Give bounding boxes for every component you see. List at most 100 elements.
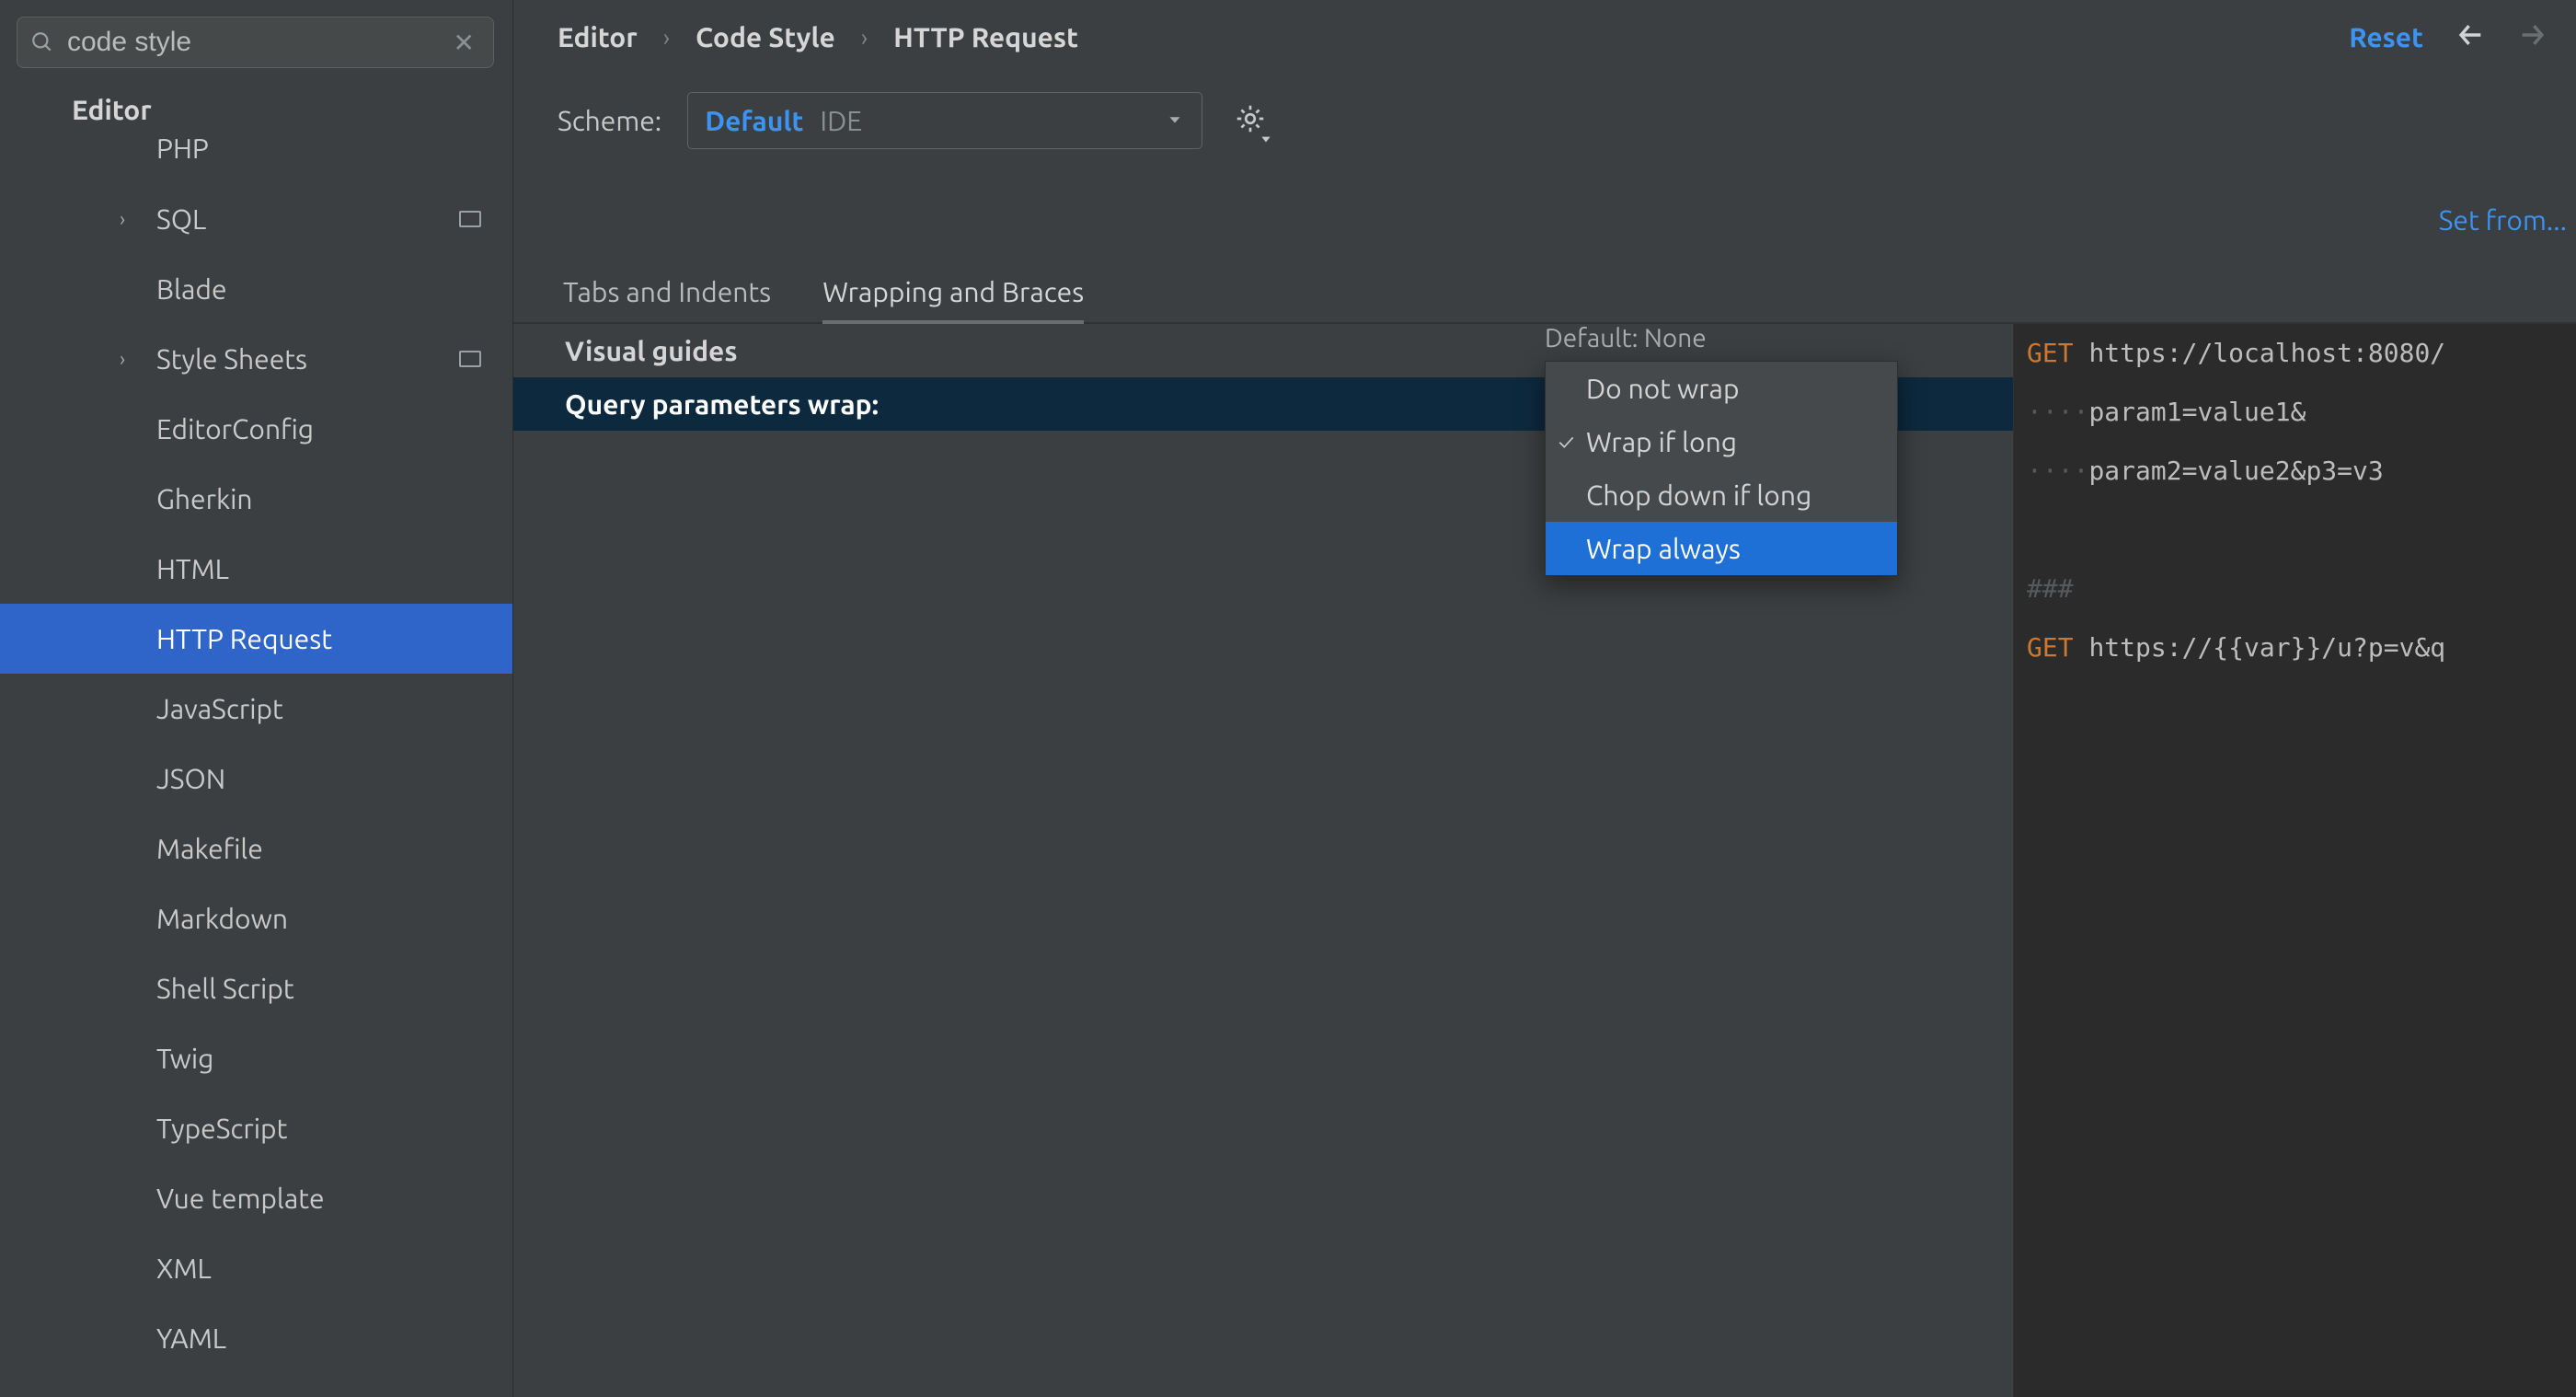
code-text: param2=value2&p3=v3 [2088, 453, 2383, 489]
search-input[interactable] [54, 27, 448, 58]
setting-query-wrap-label: Query parameters wrap: [565, 388, 879, 420]
search-box[interactable]: ✕ [17, 17, 494, 68]
breadcrumb: Editor › Code Style › HTTP Request [558, 21, 1078, 52]
query-wrap-dropdown[interactable]: Do not wrap ✓ Wrap if long Chop down if lon… [1545, 361, 1898, 576]
sidebar-item-label: Markdown [156, 903, 288, 934]
visual-guides-default-text: Default: None [1545, 324, 1707, 352]
sidebar-item-sql[interactable]: › SQL [0, 184, 512, 254]
nav-forward-icon[interactable] [2517, 19, 2548, 55]
dropdown-option-label: Chop down if long [1586, 479, 1811, 511]
tab-tabs-and-indents[interactable]: Tabs and Indents [563, 267, 771, 322]
sidebar-item-yaml[interactable]: YAML [0, 1303, 512, 1373]
scheme-label: Scheme: [558, 105, 661, 136]
sidebar-item-label: Style Sheets [156, 343, 307, 375]
dropdown-option-label: Wrap if long [1586, 426, 1737, 457]
sidebar-item-label: Shell Script [156, 973, 294, 1004]
breadcrumb-item[interactable]: Code Style [696, 21, 835, 52]
sidebar-item-xml[interactable]: XML [0, 1233, 512, 1303]
sidebar-item-markdown[interactable]: Markdown [0, 883, 512, 953]
sidebar-item-vue-template[interactable]: Vue template [0, 1163, 512, 1233]
chevron-right-icon: › [120, 348, 125, 371]
code-text [2027, 512, 2042, 548]
code-line: ### [2014, 560, 2576, 618]
code-line: ····param1=value1& [2014, 383, 2576, 442]
settings-pane: Visual guides Query parameters wrap: Def… [513, 324, 2013, 1397]
sidebar-item-label: Vue template [156, 1183, 325, 1214]
scheme-name: Default [705, 105, 803, 136]
code-dim: ···· [2027, 453, 2088, 489]
sidebar-item-label: Blade [156, 273, 227, 305]
breadcrumb-item: HTTP Request [893, 21, 1078, 52]
code-dim: ### [2027, 571, 2074, 606]
tabs: Tabs and Indents Wrapping and Braces [513, 267, 2576, 324]
sidebar-item-label: HTML [156, 553, 229, 584]
chevron-right-icon: › [663, 24, 670, 51]
chevron-down-icon [1165, 108, 1185, 134]
code-line [2014, 501, 2576, 560]
setting-visual-guides-label: Visual guides [565, 335, 738, 366]
sidebar-item-twig[interactable]: Twig [0, 1023, 512, 1093]
sidebar-item-label: PHP [156, 134, 209, 164]
dropdown-option-chop-down-if-long[interactable]: Chop down if long [1546, 468, 1897, 522]
code-preview: GET https://localhost:8080/····param1=va… [2013, 324, 2576, 1397]
sidebar-section-editor[interactable]: Editor [0, 85, 512, 134]
sidebar-item-php[interactable]: PHP [0, 134, 512, 184]
chevron-right-icon: › [861, 24, 868, 51]
panel-icon [459, 211, 481, 227]
sidebar-item-label: TypeScript [156, 1113, 287, 1144]
nav-back-icon[interactable] [2455, 19, 2486, 55]
code-text: https://{{var}}/u?p=v&q [2088, 629, 2445, 665]
sidebar-item-shell-script[interactable]: Shell Script [0, 953, 512, 1023]
dropdown-option-do-not-wrap[interactable]: Do not wrap [1546, 362, 1897, 415]
code-line: GET https://{{var}}/u?p=v&q [2014, 618, 2576, 677]
code-dim: ···· [2027, 394, 2088, 430]
sidebar-item-label: XML [156, 1253, 212, 1284]
search-row: ✕ [0, 0, 512, 85]
sidebar-item-label: YAML [156, 1322, 226, 1354]
search-icon [30, 30, 54, 54]
tab-wrapping-and-braces[interactable]: Wrapping and Braces [822, 267, 1084, 324]
check-icon: ✓ [1558, 430, 1574, 455]
code-line: ····param2=value2&p3=v3 [2014, 442, 2576, 501]
sidebar-item-editorconfig[interactable]: EditorConfig [0, 394, 512, 464]
topbar: Editor › Code Style › HTTP Request Reset [513, 0, 2576, 74]
scheme-select[interactable]: Default IDE [687, 92, 1202, 149]
panel-icon [459, 351, 481, 367]
dropdown-option-wrap-always[interactable]: Wrap always [1546, 522, 1897, 575]
sidebar-item-label: Gherkin [156, 483, 253, 514]
sidebar-item-label: SQL [156, 203, 206, 235]
main-panel: Editor › Code Style › HTTP Request Reset Sch… [513, 0, 2576, 1397]
sidebar-item-blade[interactable]: Blade [0, 254, 512, 324]
sidebar-item-label: Twig [156, 1043, 213, 1074]
sidebar-item-label: JavaScript [156, 693, 283, 724]
scheme-row: Scheme: Default IDE [513, 74, 2576, 167]
code-text: param1=value1& [2088, 394, 2306, 430]
sidebar-item-html[interactable]: HTML [0, 534, 512, 604]
reset-link[interactable]: Reset [2349, 21, 2423, 52]
sidebar-item-label: HTTP Request [156, 623, 332, 654]
chevron-right-icon: › [120, 208, 125, 231]
sidebar-item-javascript[interactable]: JavaScript [0, 674, 512, 744]
dropdown-option-label: Wrap always [1586, 533, 1741, 564]
breadcrumb-item[interactable]: Editor [558, 21, 638, 52]
sidebar-item-http-request[interactable]: HTTP Request [0, 604, 512, 674]
code-keyword: GET [2027, 629, 2088, 665]
clear-search-icon[interactable]: ✕ [448, 28, 480, 58]
code-line: GET https://localhost:8080/ [2014, 324, 2576, 383]
sidebar-item-json[interactable]: JSON [0, 744, 512, 814]
scheme-scope: IDE [820, 105, 862, 136]
set-from-link[interactable]: Set from... [2439, 204, 2567, 236]
dropdown-option-wrap-if-long[interactable]: ✓ Wrap if long [1546, 415, 1897, 468]
sidebar-item-typescript[interactable]: TypeScript [0, 1093, 512, 1163]
dropdown-option-label: Do not wrap [1586, 373, 1740, 404]
scheme-actions-gear-icon[interactable] [1234, 102, 1267, 140]
sidebar-item-style-sheets[interactable]: › Style Sheets [0, 324, 512, 394]
sidebar-item-label: Makefile [156, 833, 263, 864]
code-text: https://localhost:8080/ [2088, 335, 2445, 371]
settings-sidebar: ✕ Editor PHP › SQL Blade › Style Sheets Editor… [0, 0, 513, 1397]
sidebar-item-label: EditorConfig [156, 413, 314, 444]
sidebar-item-makefile[interactable]: Makefile [0, 814, 512, 883]
code-keyword: GET [2027, 335, 2088, 371]
sidebar-item-gherkin[interactable]: Gherkin [0, 464, 512, 534]
sidebar-item-label: JSON [156, 763, 225, 794]
